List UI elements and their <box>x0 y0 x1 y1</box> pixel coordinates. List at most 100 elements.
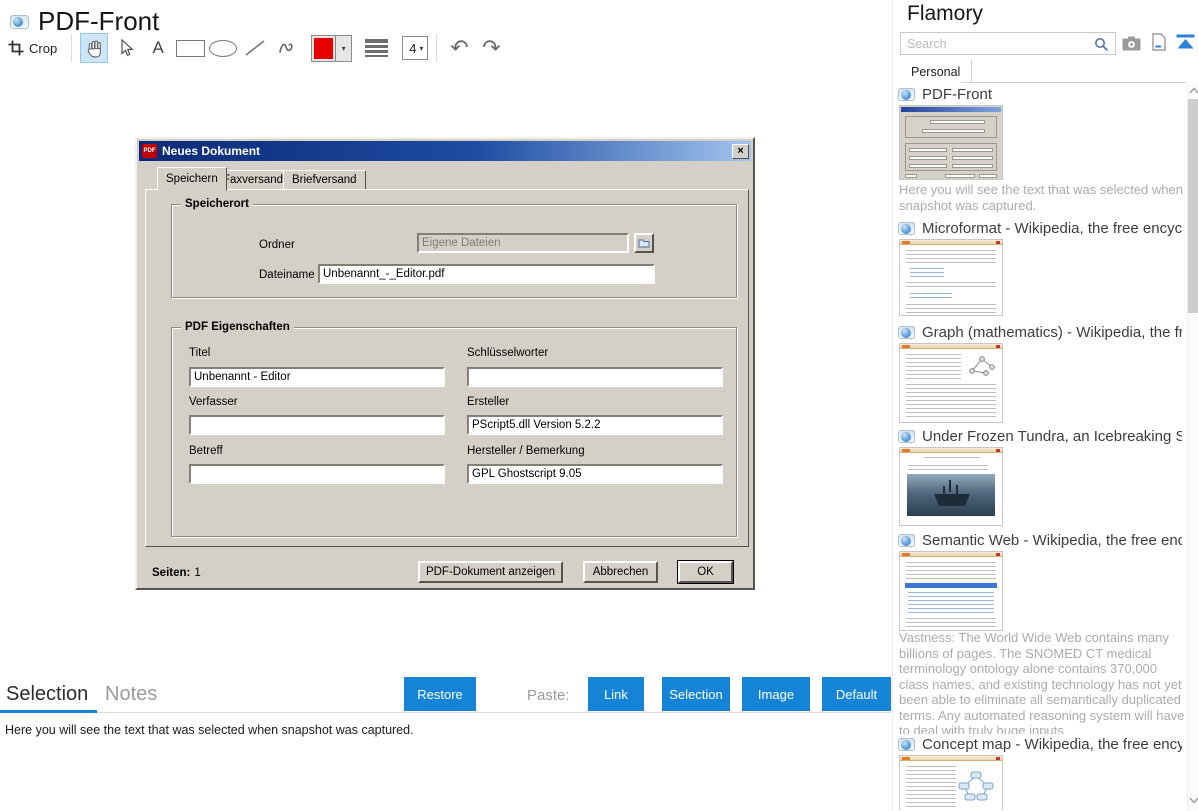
scrollbar-thumb[interactable] <box>1188 99 1198 313</box>
dateiname-input[interactable] <box>318 264 655 284</box>
paste-link-button[interactable]: Link <box>588 677 644 711</box>
folder-icon <box>638 238 650 248</box>
app-window-icon <box>10 15 29 29</box>
search-icon[interactable] <box>1094 37 1109 52</box>
chevron-down-icon: ▾ <box>419 44 423 53</box>
paste-image-button[interactable]: Image <box>742 677 810 711</box>
speicherort-legend: Speicherort <box>181 198 253 210</box>
item-title[interactable]: Semantic Web - Wikipedia, the free encyc… <box>922 532 1182 549</box>
crop-icon <box>8 40 24 56</box>
freehand-icon <box>277 38 297 58</box>
scroll-down-icon[interactable] <box>1189 797 1198 804</box>
item-thumbnail-graph[interactable] <box>899 343 1003 423</box>
pdf-front-dialog-icon: PDF <box>142 144 157 158</box>
item-snippet: Vastness: The World Wide Web contains ma… <box>899 630 1187 734</box>
camera-icon[interactable] <box>1122 36 1141 51</box>
history-item-semantic-web[interactable]: Semantic Web - Wikipedia, the free encyc… <box>898 532 1182 549</box>
item-thumbnail-concept-map[interactable] <box>899 755 1003 810</box>
speicherort-group: Speicherort Ordner Eigene Dateien Datein… <box>171 204 737 298</box>
betreff-field[interactable] <box>189 464 445 484</box>
titel-field[interactable]: Unbenannt - Editor <box>189 367 445 387</box>
line-icon <box>243 38 267 58</box>
redo-button[interactable]: ↷ <box>477 33 505 63</box>
restore-button[interactable]: Restore <box>404 677 476 711</box>
item-title[interactable]: Microformat - Wikipedia, the free encycl… <box>922 220 1182 237</box>
dialog-titlebar[interactable]: PDF Neues Dokument × <box>139 141 751 161</box>
snapshot-icon <box>898 738 915 751</box>
paste-default-button[interactable]: Default <box>822 677 891 711</box>
paste-label: Paste: <box>527 687 570 704</box>
browse-folder-button[interactable] <box>634 233 654 253</box>
ok-button[interactable]: OK <box>678 561 733 583</box>
cursor-icon <box>118 39 134 57</box>
line-width-dropdown[interactable]: 4 ▾ <box>402 36 428 60</box>
snapshot-icon <box>898 222 915 235</box>
history-item-icebreaking-ship[interactable]: Under Frozen Tundra, an Icebreaking Ship… <box>898 428 1182 445</box>
dialog-title: Neues Dokument <box>162 144 732 158</box>
sidebar-scrollbar[interactable] <box>1187 84 1198 811</box>
color-picker[interactable]: ▾ <box>311 35 352 62</box>
item-thumbnail-pdf-front-dialog[interactable] <box>899 105 1003 180</box>
close-button[interactable]: × <box>732 144 749 159</box>
item-snippet: Here you will see the text that was sele… <box>899 182 1187 215</box>
search-input[interactable] <box>900 32 1116 55</box>
active-tab-underline <box>0 710 97 713</box>
history-item-microformat[interactable]: Microformat - Wikipedia, the free encycl… <box>898 220 1182 237</box>
tab-personal[interactable]: Personal <box>900 60 972 83</box>
document-icon[interactable] <box>1152 33 1166 51</box>
undo-button[interactable]: ↶ <box>445 33 473 63</box>
toolbar-separator <box>71 34 72 62</box>
line-tool-button[interactable] <box>241 33 269 63</box>
thumbnail-highlighted-text <box>905 583 997 588</box>
text-tool-button[interactable]: A <box>144 33 172 63</box>
tab-speichern[interactable]: Speichern <box>157 167 227 191</box>
paste-selection-button[interactable]: Selection <box>662 677 730 711</box>
thumbnail-concept-map-doodle <box>955 770 997 804</box>
scroll-up-icon[interactable] <box>1189 87 1198 94</box>
item-thumbnail-microformat[interactable] <box>899 239 1003 316</box>
flamory-logo-icon[interactable] <box>1175 33 1196 50</box>
flamory-sidebar: Flamory Personal PDF-Front Here you will… <box>892 0 1198 811</box>
ersteller-label: Ersteller <box>467 396 509 408</box>
ellipse-tool-button[interactable] <box>209 33 237 63</box>
titel-label: Titel <box>189 347 210 359</box>
color-dropdown-arrow[interactable]: ▾ <box>336 36 351 61</box>
crop-button[interactable]: Crop <box>8 40 57 56</box>
line-width-icon <box>362 33 390 63</box>
item-thumbnail-semantic-web[interactable] <box>899 551 1003 631</box>
redo-icon: ↷ <box>482 37 500 59</box>
item-title[interactable]: Under Frozen Tundra, an Icebreaking Ship… <box>922 428 1182 445</box>
item-title[interactable]: PDF-Front <box>922 86 1182 103</box>
neues-dokument-dialog: PDF Neues Dokument × Speichern Faxversan… <box>135 137 755 590</box>
item-thumbnail-ship-article[interactable] <box>899 447 1003 526</box>
thumbnail-graph-doodle <box>966 353 998 379</box>
hand-tool-button[interactable] <box>80 33 108 63</box>
select-tool-button[interactable] <box>112 33 140 63</box>
hersteller-field[interactable]: GPL Ghostscript 9.05 <box>467 464 723 484</box>
tab-notes[interactable]: Notes <box>105 683 157 706</box>
thumbnail-browser-chrome <box>900 552 1002 557</box>
thumbnail-dialog-titlebar <box>901 107 1001 112</box>
abbrechen-button[interactable]: Abbrechen <box>583 561 658 583</box>
tab-selection[interactable]: Selection <box>6 683 88 706</box>
history-item-pdf-front[interactable]: PDF-Front <box>898 86 1182 103</box>
close-icon: × <box>737 145 743 157</box>
tab-briefversand[interactable]: Briefversand <box>283 170 366 190</box>
verfasser-field[interactable] <box>189 415 445 435</box>
snapshot-icon <box>898 88 915 101</box>
pdf-anzeigen-button[interactable]: PDF-Dokument anzeigen <box>418 561 563 583</box>
history-item-graph-mathematics[interactable]: Graph (mathematics) - Wikipedia, the fre… <box>898 324 1182 341</box>
rectangle-tool-button[interactable] <box>176 33 205 63</box>
thumbnail-ship-doodle <box>930 478 974 512</box>
thumbnail-browser-chrome <box>900 240 1002 245</box>
undo-icon: ↶ <box>450 37 468 59</box>
text-tool-label: A <box>153 38 164 58</box>
freehand-tool-button[interactable] <box>273 33 301 63</box>
item-title[interactable]: Concept map - Wikipedia, the free encycl… <box>922 736 1182 753</box>
snapshot-icon <box>898 430 915 443</box>
item-title[interactable]: Graph (mathematics) - Wikipedia, the fre… <box>922 324 1182 341</box>
schluesselworter-field[interactable] <box>467 367 723 387</box>
ersteller-field[interactable]: PScript5.dll Version 5.2.2 <box>467 415 723 435</box>
history-item-concept-map[interactable]: Concept map - Wikipedia, the free encycl… <box>898 736 1182 753</box>
thumbnail-browser-chrome <box>900 756 1002 761</box>
